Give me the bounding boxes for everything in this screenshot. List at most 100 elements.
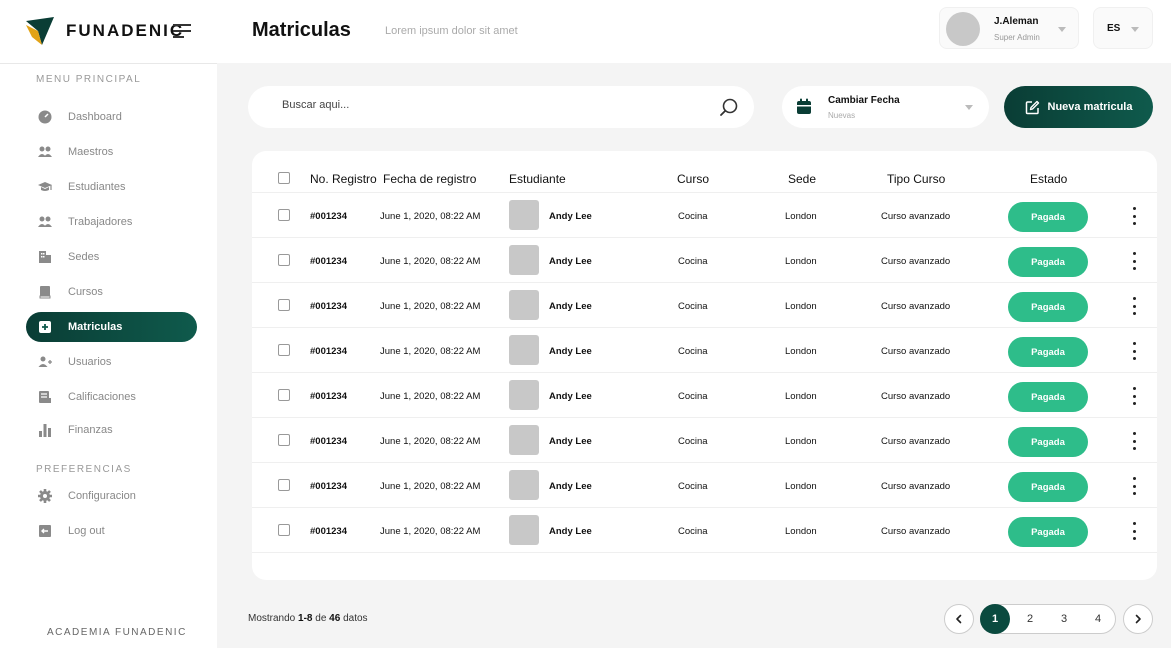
dashboard-icon bbox=[37, 109, 53, 125]
page-title: Matriculas bbox=[252, 19, 351, 41]
cell-registro: #001234 bbox=[310, 481, 347, 492]
row-menu-icon[interactable] bbox=[1130, 387, 1138, 405]
building-icon bbox=[37, 249, 53, 265]
row-menu-icon[interactable] bbox=[1130, 342, 1138, 360]
grades-icon bbox=[37, 389, 53, 405]
summary-prefix: Mostrando bbox=[248, 613, 296, 624]
user-menu[interactable]: J.Aleman Super Admin bbox=[939, 7, 1079, 49]
row-checkbox[interactable] bbox=[278, 299, 290, 311]
row-checkbox[interactable] bbox=[278, 209, 290, 221]
add-user-icon bbox=[37, 354, 53, 370]
language-label: ES bbox=[1107, 23, 1121, 34]
row-menu-icon[interactable] bbox=[1130, 252, 1138, 270]
new-enrollment-button[interactable]: Nueva matricula bbox=[1004, 86, 1153, 128]
pagination-pages: 1234 bbox=[980, 604, 1116, 634]
sidebar-item-log-out[interactable]: Log out bbox=[26, 516, 197, 546]
header-sede[interactable]: Sede bbox=[788, 172, 816, 186]
header-no-registro[interactable]: No. Registro bbox=[310, 172, 377, 186]
page-1-button[interactable]: 1 bbox=[980, 604, 1010, 634]
cell-fecha: June 1, 2020, 08:22 AM bbox=[380, 436, 481, 447]
sidebar-item-calificaciones[interactable]: Calificaciones bbox=[26, 382, 197, 412]
top-header: Matriculas Lorem ipsum dolor sit amet J.… bbox=[217, 0, 1171, 63]
status-badge: Pagada bbox=[1008, 472, 1088, 502]
user-role: Super Admin bbox=[994, 33, 1040, 42]
page-3-button[interactable]: 3 bbox=[1049, 605, 1079, 633]
row-checkbox[interactable] bbox=[278, 479, 290, 491]
cell-sede: London bbox=[785, 346, 817, 357]
cell-sede: London bbox=[785, 391, 817, 402]
table-row[interactable]: #001234 June 1, 2020, 08:22 AM Andy Lee Coc… bbox=[252, 373, 1157, 418]
header-curso[interactable]: Curso bbox=[677, 172, 709, 186]
status-badge: Pagada bbox=[1008, 517, 1088, 547]
sidebar: FUNADENIC MENU PRINCIPAL Dashboard Maestr… bbox=[0, 0, 217, 648]
row-checkbox[interactable] bbox=[278, 344, 290, 356]
table-row[interactable]: #001234 June 1, 2020, 08:22 AM Andy Lee Coc… bbox=[252, 418, 1157, 463]
search-input[interactable] bbox=[282, 99, 682, 111]
header-estado[interactable]: Estado bbox=[1030, 172, 1067, 186]
gear-icon bbox=[37, 488, 53, 504]
summary-total: 46 bbox=[329, 613, 341, 624]
student-photo bbox=[509, 515, 539, 545]
sidebar-item-label: Configuracion bbox=[68, 490, 136, 502]
sidebar-item-usuarios[interactable]: Usuarios bbox=[26, 347, 197, 377]
cell-fecha: June 1, 2020, 08:22 AM bbox=[380, 526, 481, 537]
row-menu-icon[interactable] bbox=[1130, 432, 1138, 450]
page-4-button[interactable]: 4 bbox=[1083, 605, 1113, 633]
sidebar-item-configuracion[interactable]: Configuracion bbox=[26, 481, 197, 511]
cell-curso: Cocina bbox=[678, 346, 708, 357]
hamburger-menu-icon[interactable] bbox=[173, 24, 191, 38]
prev-page-button[interactable] bbox=[944, 604, 974, 634]
sidebar-item-trabajadores[interactable]: Trabajadores bbox=[26, 207, 197, 237]
cell-registro: #001234 bbox=[310, 346, 347, 357]
page-2-button[interactable]: 2 bbox=[1015, 605, 1045, 633]
cell-curso: Cocina bbox=[678, 256, 708, 267]
cell-registro: #001234 bbox=[310, 211, 347, 222]
table-row[interactable]: #001234 June 1, 2020, 08:22 AM Andy Lee Coc… bbox=[252, 508, 1157, 553]
status-badge: Pagada bbox=[1008, 247, 1088, 277]
next-page-button[interactable] bbox=[1123, 604, 1153, 634]
row-checkbox[interactable] bbox=[278, 254, 290, 266]
table-row[interactable]: #001234 June 1, 2020, 08:22 AM Andy Lee Coc… bbox=[252, 193, 1157, 238]
cell-tipo-curso: Curso avanzado bbox=[881, 346, 951, 357]
row-checkbox[interactable] bbox=[278, 389, 290, 401]
chevron-right-icon bbox=[1135, 614, 1141, 624]
row-checkbox[interactable] bbox=[278, 524, 290, 536]
table-row[interactable]: #001234 June 1, 2020, 08:22 AM Andy Lee Coc… bbox=[252, 328, 1157, 373]
cell-sede: London bbox=[785, 211, 817, 222]
summary-suffix: datos bbox=[343, 613, 368, 624]
table-row[interactable]: #001234 June 1, 2020, 08:22 AM Andy Lee Coc… bbox=[252, 238, 1157, 283]
table-row[interactable]: #001234 June 1, 2020, 08:22 AM Andy Lee Coc… bbox=[252, 283, 1157, 328]
table-row[interactable]: #001234 June 1, 2020, 08:22 AM Andy Lee Coc… bbox=[252, 463, 1157, 508]
language-select[interactable]: ES bbox=[1093, 7, 1153, 49]
cell-curso: Cocina bbox=[678, 301, 708, 312]
header-estudiante[interactable]: Estudiante bbox=[509, 172, 566, 186]
row-menu-icon[interactable] bbox=[1130, 522, 1138, 540]
sidebar-item-cursos[interactable]: Cursos bbox=[26, 277, 197, 307]
row-menu-icon[interactable] bbox=[1130, 477, 1138, 495]
people-icon bbox=[37, 144, 53, 160]
search-icon[interactable] bbox=[719, 97, 739, 117]
row-menu-icon[interactable] bbox=[1130, 297, 1138, 315]
student-photo bbox=[509, 200, 539, 230]
sidebar-item-label: Maestros bbox=[68, 146, 114, 158]
logo[interactable]: FUNADENIC bbox=[24, 14, 184, 48]
header-fecha-registro[interactable]: Fecha de registro bbox=[383, 172, 476, 186]
sidebar-item-label: Trabajadores bbox=[68, 216, 133, 228]
cell-tipo-curso: Curso avanzado bbox=[881, 391, 951, 402]
brand-name: FUNADENIC bbox=[66, 21, 185, 40]
sidebar-item-dashboard[interactable]: Dashboard bbox=[26, 102, 197, 132]
select-all-checkbox[interactable] bbox=[278, 172, 290, 184]
sidebar-item-estudiantes[interactable]: Estudiantes bbox=[26, 172, 197, 202]
header-tipo-curso[interactable]: Tipo Curso bbox=[887, 172, 945, 186]
sidebar-item-maestros[interactable]: Maestros bbox=[26, 137, 197, 167]
sidebar-item-finanzas[interactable]: Finanzas bbox=[26, 415, 197, 445]
row-checkbox[interactable] bbox=[278, 434, 290, 446]
sidebar-item-sedes[interactable]: Sedes bbox=[26, 242, 197, 272]
status-badge: Pagada bbox=[1008, 427, 1088, 457]
row-menu-icon[interactable] bbox=[1130, 207, 1138, 225]
cell-estudiante: Andy Lee bbox=[549, 436, 592, 447]
cell-fecha: June 1, 2020, 08:22 AM bbox=[380, 301, 481, 312]
cell-sede: London bbox=[785, 526, 817, 537]
sidebar-item-matriculas[interactable]: Matriculas bbox=[26, 312, 197, 342]
change-date-dropdown[interactable]: Cambiar Fecha Nuevas bbox=[782, 86, 989, 128]
